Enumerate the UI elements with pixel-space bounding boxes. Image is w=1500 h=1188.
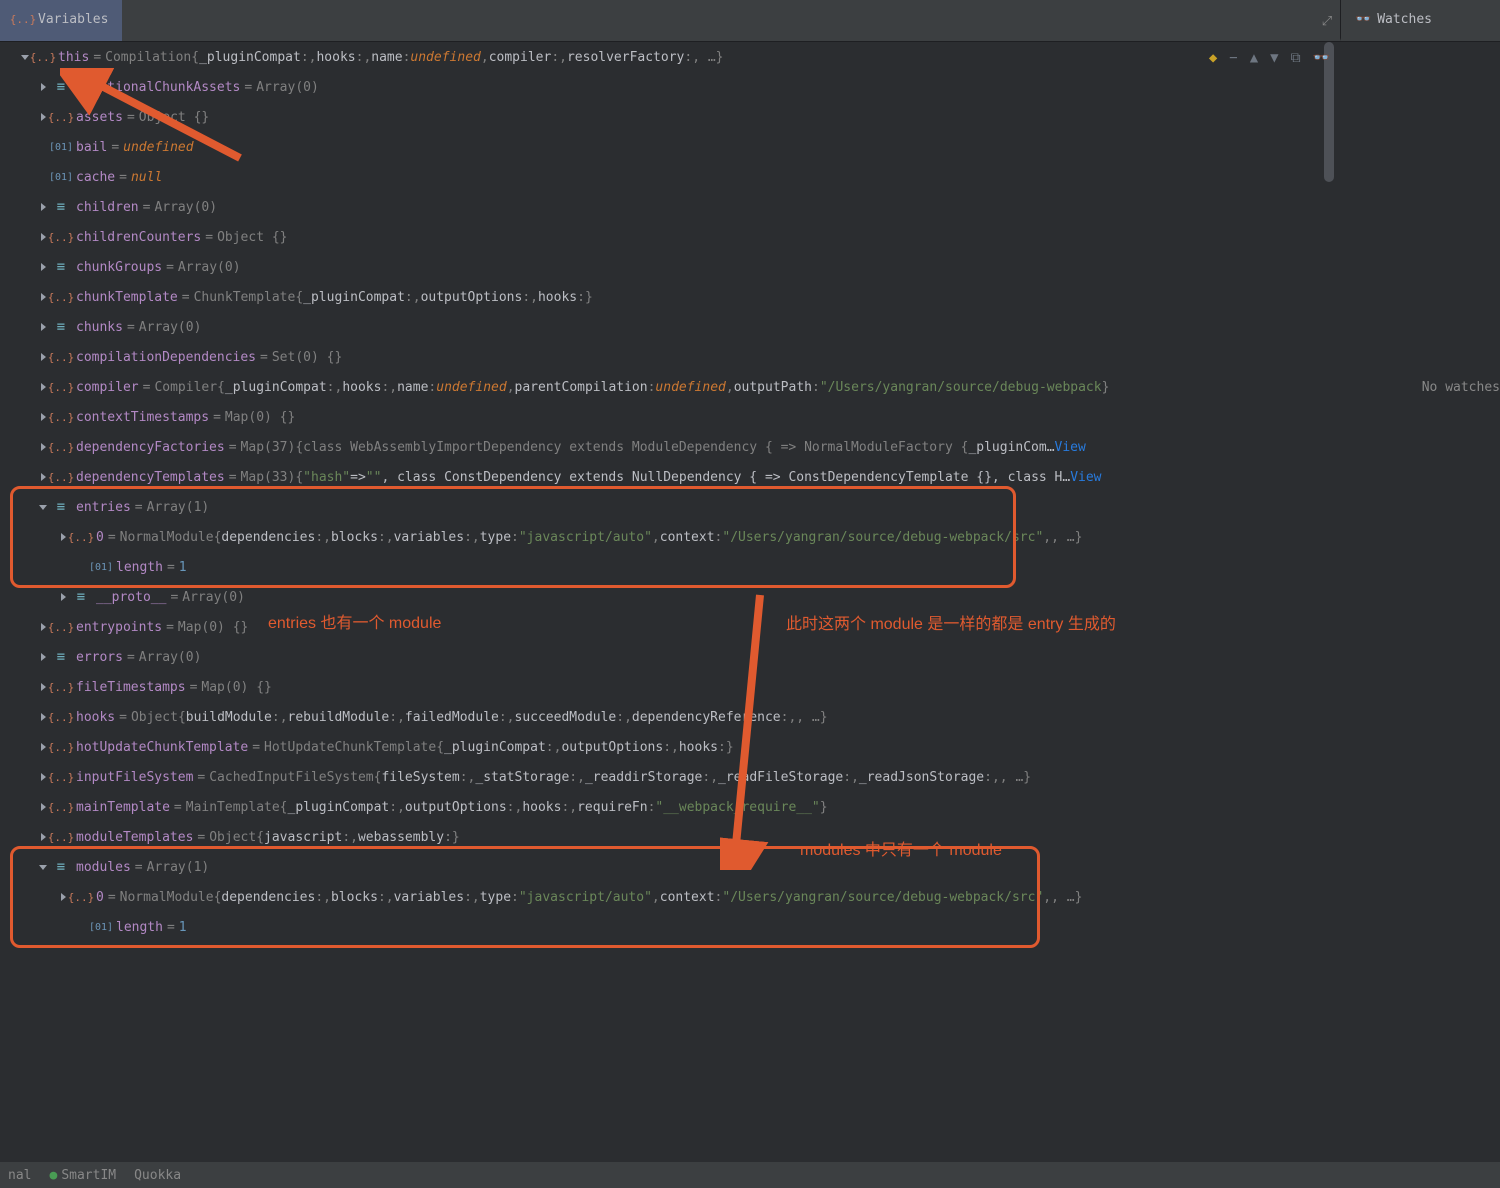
arr-icon: [52, 200, 70, 214]
chevron-icon[interactable]: [36, 80, 50, 94]
var-row-bail[interactable]: bail=undefined: [0, 132, 1500, 162]
var-row-assets[interactable]: assets=Object {}: [0, 102, 1500, 132]
var-row-fileTimestamps[interactable]: fileTimestamps=Map(0) {}: [0, 672, 1500, 702]
chevron-icon[interactable]: [36, 140, 50, 154]
var-row-dependencyTemplates[interactable]: dependencyTemplates=Map(33) {"hash" => "…: [0, 462, 1500, 492]
chevron-icon[interactable]: [36, 500, 50, 514]
obj-icon: [52, 230, 70, 244]
var-row-mainTemplate[interactable]: mainTemplate=MainTemplate {_pluginCompat…: [0, 792, 1500, 822]
var-row-childrenCounters[interactable]: childrenCounters=Object {}: [0, 222, 1500, 252]
var-row-chunkGroups[interactable]: chunkGroups=Array(0): [0, 252, 1500, 282]
var-row-hooks[interactable]: hooks=Object {buildModule: , rebuildModu…: [0, 702, 1500, 732]
chevron-icon[interactable]: [56, 590, 70, 604]
obj-icon: [52, 440, 70, 454]
annotation-2: 此时这两个 module 是一样的都是 entry 生成的: [786, 610, 1116, 634]
var-row-errors[interactable]: errors=Array(0): [0, 642, 1500, 672]
var-row-compilationDependencies[interactable]: compilationDependencies=Set(0) {}: [0, 342, 1500, 372]
glasses-icon[interactable]: 👓: [1313, 50, 1330, 66]
arr-icon: [52, 650, 70, 664]
annotation-1: entries 也有一个 module: [268, 609, 441, 633]
var-row-children[interactable]: children=Array(0): [0, 192, 1500, 222]
var-row-chunks[interactable]: chunks=Array(0): [0, 312, 1500, 342]
obj-icon: [52, 290, 70, 304]
var-row-dependencyFactories[interactable]: dependencyFactories=Map(37) {class WebAs…: [0, 432, 1500, 462]
prim-icon: [92, 920, 110, 934]
bottom-item[interactable]: nal: [8, 1168, 31, 1183]
var-row-entries-0[interactable]: 0=NormalModule {dependencies: , blocks: …: [0, 522, 1500, 552]
watches-tab-label: Watches: [1377, 12, 1432, 27]
var-row-moduleTemplates[interactable]: moduleTemplates=Object {javascript: , we…: [0, 822, 1500, 852]
var-row-chunkTemplate[interactable]: chunkTemplate=ChunkTemplate {_pluginComp…: [0, 282, 1500, 312]
arr-icon: [52, 860, 70, 874]
arr-icon: [52, 260, 70, 274]
object-icon: [72, 530, 90, 544]
watches-tab[interactable]: 👓 Watches: [1340, 0, 1500, 41]
obj-icon: [52, 110, 70, 124]
status-bar: nal ●SmartIM Quokka: [0, 1162, 1500, 1188]
copy-icon[interactable]: ⧉: [1291, 50, 1301, 66]
bottom-item[interactable]: ●SmartIM: [49, 1168, 116, 1183]
var-row-modules[interactable]: modules=Array(1): [0, 852, 1500, 882]
up-icon[interactable]: ▲: [1250, 50, 1258, 66]
annotation-3: modules 中只有一个 module: [800, 836, 1002, 860]
obj-icon: [52, 830, 70, 844]
action-bar: ◆ − ▲ ▼ ⧉ 👓: [1209, 50, 1330, 66]
obj-icon: [52, 620, 70, 634]
var-row-contextTimestamps[interactable]: contextTimestamps=Map(0) {}: [0, 402, 1500, 432]
obj-icon: [52, 410, 70, 424]
chevron-icon[interactable]: [76, 920, 90, 934]
prim-icon: [52, 140, 70, 154]
bookmark-icon[interactable]: ◆: [1209, 50, 1217, 66]
obj-icon: [52, 770, 70, 784]
var-row-entrypoints[interactable]: entrypoints=Map(0) {}: [0, 612, 1500, 642]
braces-icon: [14, 12, 32, 26]
chevron-icon[interactable]: [76, 560, 90, 574]
var-row-cache[interactable]: cache=null: [0, 162, 1500, 192]
var-row-entries[interactable]: entries=Array(1): [0, 492, 1500, 522]
down-icon[interactable]: ▼: [1270, 50, 1278, 66]
obj-icon: [52, 740, 70, 754]
arr-icon: [52, 80, 70, 94]
obj-icon: [52, 350, 70, 364]
var-row-compiler[interactable]: compiler=Compiler {_pluginCompat: , hook…: [0, 372, 1500, 402]
variables-tab[interactable]: Variables: [0, 0, 122, 41]
var-row-inputFileSystem[interactable]: inputFileSystem=CachedInputFileSystem {f…: [0, 762, 1500, 792]
obj-icon: [52, 710, 70, 724]
minus-icon[interactable]: −: [1229, 50, 1237, 66]
arr-icon: [72, 590, 90, 604]
arr-icon: [52, 320, 70, 334]
glasses-icon: 👓: [1355, 12, 1371, 27]
chevron-icon[interactable]: [36, 170, 50, 184]
obj-icon: [52, 470, 70, 484]
var-row-hotUpdateChunkTemplate[interactable]: hotUpdateChunkTemplate=HotUpdateChunkTem…: [0, 732, 1500, 762]
chevron-icon[interactable]: [36, 200, 50, 214]
obj-icon: [52, 380, 70, 394]
var-row-additionalChunkAssets[interactable]: additionalChunkAssets=Array(0): [0, 72, 1500, 102]
object-icon: [34, 50, 52, 64]
var-row-modules-0[interactable]: 0=NormalModule {dependencies: , blocks: …: [0, 882, 1500, 912]
variables-tab-label: Variables: [38, 12, 108, 27]
obj-icon: [52, 680, 70, 694]
var-row-modules-length[interactable]: length=1: [0, 912, 1500, 942]
object-icon: [72, 890, 90, 904]
chevron-icon[interactable]: [36, 260, 50, 274]
prim-icon: [92, 560, 110, 574]
arr-icon: [52, 500, 70, 514]
chevron-icon[interactable]: [36, 860, 50, 874]
chevron-icon[interactable]: [36, 320, 50, 334]
expand-icon[interactable]: ⤢: [1314, 0, 1340, 42]
bottom-item[interactable]: Quokka: [134, 1168, 181, 1183]
var-row-entries-proto[interactable]: __proto__=Array(0): [0, 582, 1500, 612]
obj-icon: [52, 800, 70, 814]
chevron-icon[interactable]: [36, 650, 50, 664]
prim-icon: [52, 170, 70, 184]
var-row-entries-length[interactable]: length=1: [0, 552, 1500, 582]
